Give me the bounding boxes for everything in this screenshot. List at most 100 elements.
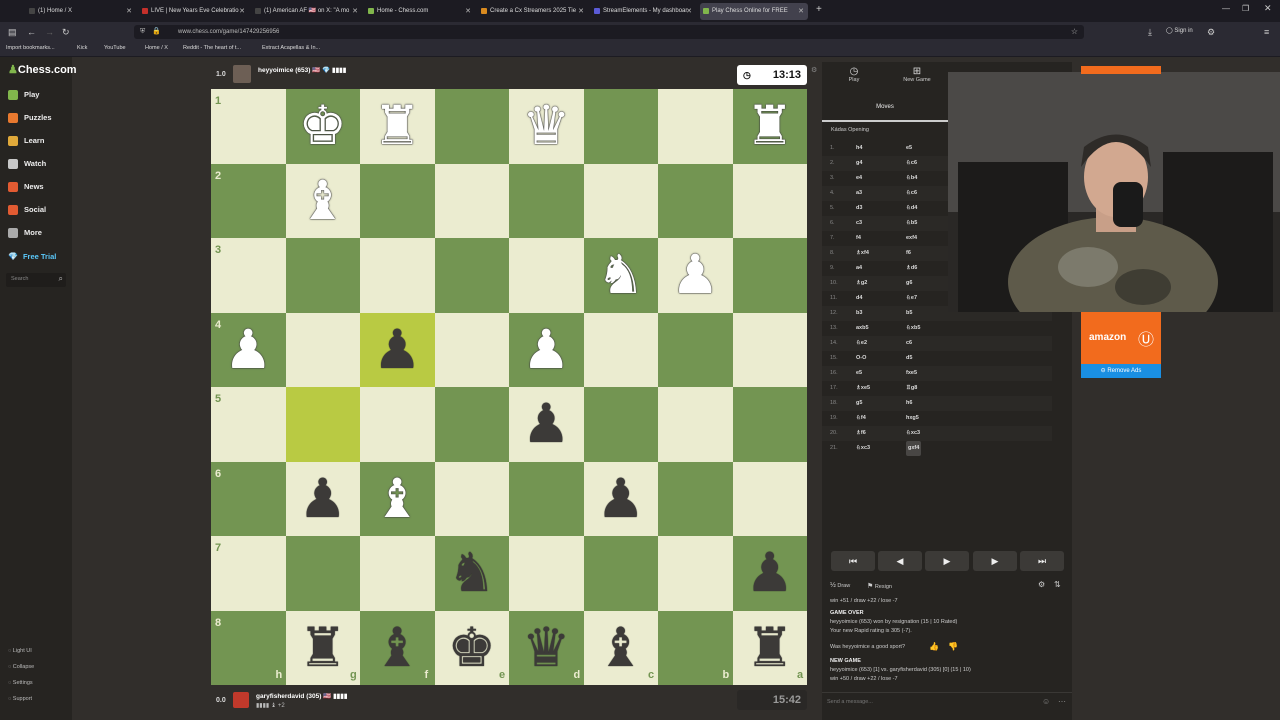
prev-move-button[interactable]: ◀	[878, 551, 922, 571]
white-move[interactable]: c3	[856, 216, 862, 231]
chat-input[interactable]: Send a message... ☺ ⋯	[822, 692, 1072, 713]
board-square[interactable]	[658, 163, 733, 238]
back-icon[interactable]: ←	[27, 26, 36, 38]
board-square[interactable]	[732, 387, 807, 462]
bookmark-item[interactable]: Kick	[77, 45, 87, 51]
board-square[interactable]	[509, 163, 584, 238]
board-square[interactable]	[360, 387, 435, 462]
bookmark-item[interactable]: Home / X	[145, 45, 168, 51]
black-move[interactable]: ♖g8	[906, 381, 917, 396]
board-square[interactable]	[732, 312, 807, 387]
black-move[interactable]: g6	[906, 276, 912, 291]
board-square[interactable]	[285, 238, 360, 313]
black-bishop-piece[interactable]: ♝	[360, 611, 435, 686]
chess-board[interactable]: 1 2 3 4 5 6 7 8 h g f e d c b a ♚ ♜ ♛ ♜ ♝ ♞ ♟ ♟ ♟ ♟ ♟ ♟ ♝ ♟ ♞ ♟ ♜ ♝ ♚ ♛ ♝ ♜	[211, 89, 807, 685]
black-king-piece[interactable]: ♚	[435, 611, 510, 686]
bookmark-item[interactable]: YouTube	[104, 45, 126, 51]
board-square[interactable]	[285, 387, 360, 462]
white-move[interactable]: e4	[856, 171, 862, 186]
board-square[interactable]	[211, 536, 286, 611]
close-tab-icon[interactable]: ✕	[798, 3, 804, 20]
board-square[interactable]	[211, 238, 286, 313]
board-settings-icon[interactable]: ⚙	[811, 66, 817, 74]
white-move[interactable]: a3	[856, 186, 862, 201]
tab-play[interactable]: ◷ Play	[834, 66, 874, 83]
analysis-icon[interactable]: ⚙	[1038, 580, 1045, 589]
black-move[interactable]: ♘xc3	[906, 426, 920, 441]
browser-tab[interactable]: (1) American AF 🇺🇸 on X: "A mo ✕	[252, 3, 362, 20]
menu-icon[interactable]: ≡	[1264, 26, 1269, 38]
resign-button[interactable]: ⚑ Resign	[867, 582, 892, 590]
tab-moves[interactable]: Moves	[822, 98, 948, 122]
sidebar-item-watch[interactable]: Watch	[8, 159, 46, 170]
black-pawn-piece[interactable]: ♟	[733, 536, 808, 611]
black-move[interactable]: ♘b5	[906, 216, 917, 231]
black-move[interactable]: ♘c6	[906, 186, 917, 201]
chesscom-logo[interactable]: ♟Chess.com	[8, 63, 77, 76]
play-moves-button[interactable]: ▶	[973, 551, 1017, 571]
sidebar-bottom-collapse[interactable]: ◌ Collapse	[8, 664, 34, 670]
sidebar-item-puzzles[interactable]: Puzzles	[8, 113, 52, 124]
maximize-icon[interactable]: ❐	[1242, 4, 1249, 13]
close-tab-icon[interactable]: ✕	[578, 3, 584, 20]
white-move[interactable]: d4	[856, 291, 862, 306]
browser-tab[interactable]: StreamElements - My dashboar ✕	[591, 3, 696, 20]
last-move-button[interactable]: ⏭	[1020, 551, 1064, 571]
white-pawn-piece[interactable]: ♟	[211, 313, 286, 388]
board-square[interactable]	[360, 163, 435, 238]
bookmark-star-icon[interactable]: ☆	[1071, 25, 1078, 39]
board-square[interactable]	[658, 536, 733, 611]
white-queen-piece[interactable]: ♛	[509, 89, 584, 164]
board-square[interactable]	[583, 163, 658, 238]
white-move[interactable]: ♗g2	[856, 276, 867, 291]
more-options-icon[interactable]: ⋯	[1058, 697, 1066, 706]
board-square[interactable]	[658, 312, 733, 387]
black-move[interactable]: c6	[906, 336, 912, 351]
reload-icon[interactable]: ↻	[62, 26, 70, 38]
sidebar-item-social[interactable]: Social	[8, 205, 46, 216]
white-move[interactable]: ♗xe5	[856, 381, 870, 396]
board-square[interactable]	[509, 461, 584, 536]
board-square[interactable]	[434, 312, 509, 387]
draw-button[interactable]: ½ Draw	[830, 582, 850, 589]
bookmark-item[interactable]: Reddit - The heart of t...	[183, 45, 241, 51]
board-square[interactable]	[285, 312, 360, 387]
browser-tab[interactable]: Home - Chess.com ✕	[365, 3, 475, 20]
bottom-player-avatar[interactable]	[233, 692, 249, 708]
black-move[interactable]: f6	[906, 246, 911, 261]
board-square[interactable]	[211, 387, 286, 462]
board-square[interactable]	[732, 238, 807, 313]
sidebar-item-learn[interactable]: Learn	[8, 136, 44, 147]
signin-button[interactable]: ◯ Sign in	[1166, 27, 1193, 34]
black-move[interactable]: exf4	[906, 231, 917, 246]
board-square[interactable]	[211, 461, 286, 536]
black-pawn-piece[interactable]: ♟	[286, 462, 361, 537]
white-move[interactable]: ♗xf4	[856, 246, 869, 261]
white-move[interactable]: axb5	[856, 321, 869, 336]
board-square[interactable]	[658, 387, 733, 462]
board-square[interactable]	[732, 163, 807, 238]
board-square[interactable]	[583, 89, 658, 164]
black-rook-piece[interactable]: ♜	[286, 611, 361, 686]
close-tab-icon[interactable]: ✕	[126, 3, 132, 20]
extensions-icon[interactable]: ⚙	[1207, 26, 1215, 38]
white-move[interactable]: f4	[856, 231, 861, 246]
sidebar-toggle-icon[interactable]: ▤	[8, 26, 17, 38]
white-move[interactable]: h4	[856, 141, 862, 156]
board-square[interactable]	[658, 89, 733, 164]
white-move[interactable]: e5	[856, 366, 862, 381]
white-move[interactable]: ♘e2	[856, 336, 867, 351]
sidebar-bottom-light-ui[interactable]: ◌ Light UI	[8, 648, 32, 654]
minimize-icon[interactable]: —	[1222, 4, 1230, 13]
board-square[interactable]	[360, 536, 435, 611]
board-square[interactable]	[211, 89, 286, 164]
white-move[interactable]: ♗f6	[856, 426, 866, 441]
white-move[interactable]: g5	[856, 396, 862, 411]
black-pawn-piece[interactable]: ♟	[509, 387, 584, 462]
black-rook-piece[interactable]: ♜	[733, 611, 808, 686]
browser-tab[interactable]: Create a Cx Streamers 2025 Tie ✕	[478, 3, 588, 20]
close-tab-icon[interactable]: ✕	[239, 3, 245, 20]
white-knight-piece[interactable]: ♞	[584, 238, 659, 313]
board-square[interactable]	[285, 536, 360, 611]
board-square[interactable]	[583, 387, 658, 462]
